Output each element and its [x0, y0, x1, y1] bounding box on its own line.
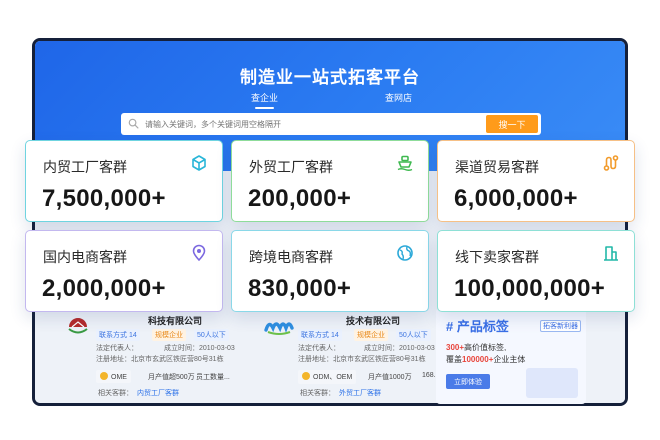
promo-badge: 拓客新利器	[540, 320, 581, 332]
stat-card-title: 渠道贸易客群	[455, 159, 539, 175]
globe-icon	[397, 245, 413, 261]
stat-card-value: 2,000,000+	[42, 275, 166, 302]
stat-card-cross-border-ecommerce[interactable]: 跨境电商客群 830,000+	[231, 230, 429, 312]
coin-icon	[302, 372, 310, 380]
contact-tag[interactable]: 联系方式 14	[298, 329, 342, 341]
company-logo-icon	[68, 318, 88, 334]
try-now-button[interactable]: 立即体验	[446, 374, 490, 389]
company-logo-icon	[264, 322, 294, 335]
stat-card-title: 国内电商客群	[43, 249, 127, 265]
related-label: 相关客群：	[98, 390, 133, 397]
stat-card-title: 外贸工厂客群	[249, 159, 333, 175]
tab-company[interactable]: 查企业	[251, 91, 278, 109]
related-link[interactable]: 外贸工厂客群	[339, 390, 381, 397]
promo-coverage: 100000+	[462, 355, 494, 364]
address: 注册地址：北京市玄武区铁匠营80号31栋	[298, 356, 426, 363]
staff-tag: 50人以下	[194, 329, 229, 341]
stat-card-export-factory[interactable]: 外贸工厂客群 200,000+	[231, 140, 429, 222]
stat-card-value: 6,000,000+	[454, 185, 578, 212]
stat-card-value: 100,000,000+	[454, 275, 606, 302]
address: 注册地址：北京市玄武区铁匠营80号31栋	[96, 356, 224, 363]
stat-card-domestic-ecommerce[interactable]: 国内电商客群 2,000,000+	[25, 230, 223, 312]
related-label: 相关客群：	[300, 390, 335, 397]
stat-card-domestic-factory[interactable]: 内贸工厂客群 7,500,000+	[25, 140, 223, 222]
page-title: 制造业一站式拓客平台	[240, 68, 420, 87]
route-icon	[603, 155, 619, 171]
company-name[interactable]: 科技有限公司	[148, 314, 202, 327]
biz-model: OME	[111, 374, 127, 381]
stat-card-channel-trade[interactable]: 渠道贸易客群 6,000,000+	[437, 140, 635, 222]
biz-model: ODM、OEM	[313, 374, 353, 381]
tab-shop[interactable]: 查网店	[385, 91, 412, 104]
stat-card-value: 200,000+	[248, 185, 352, 212]
staff-tag: 50人以下	[396, 329, 431, 341]
promo-line2: 企业主体	[493, 355, 526, 364]
stat-card-value: 7,500,000+	[42, 185, 166, 212]
search-bar: 搜一下	[121, 113, 541, 135]
stat-card-title: 线下卖家客群	[455, 249, 539, 265]
monthly-output: 月产值1000万	[368, 374, 412, 381]
ship-icon	[397, 155, 413, 171]
product-label-promo: # 产品标签 拓客新利器 300+高价值标签, 覆盖100000+企业主体 立即…	[436, 308, 586, 404]
promo-title: # 产品标签	[446, 319, 509, 334]
stat-card-offline-seller[interactable]: 线下卖家客群 100,000,000+	[437, 230, 635, 312]
promo-count: 300+	[446, 343, 465, 352]
staff-count: 员工数量...	[196, 374, 230, 381]
contact-tag[interactable]: 联系方式 14	[96, 329, 140, 341]
search-icon	[128, 118, 139, 129]
scale-tag: 规模企业	[354, 329, 388, 341]
promo-prefix: 覆盖	[446, 355, 462, 364]
founded-date: 成立时间：2010-03-03	[364, 345, 435, 352]
founded-date: 成立时间：2010-03-03	[164, 345, 235, 352]
stat-card-title: 内贸工厂客群	[43, 159, 127, 175]
related-link[interactable]: 内贸工厂客群	[137, 390, 179, 397]
legal-rep: 法定代表人：	[96, 345, 138, 352]
stat-card-value: 830,000+	[248, 275, 352, 302]
stat-card-title: 跨境电商客群	[249, 249, 333, 265]
company-name[interactable]: 技术有限公司	[346, 314, 400, 327]
cube-icon	[192, 155, 206, 171]
promo-illustration	[526, 368, 578, 398]
stage: 制造业一站式拓客平台 查企业 查网店 搜一下 科技有限公司 联系方式 14 规模…	[0, 0, 660, 440]
search-input[interactable]	[145, 113, 465, 135]
location-pin-icon	[192, 244, 206, 262]
promo-line1: 高价值标签,	[464, 343, 507, 352]
legal-rep: 法定代表人：	[298, 345, 340, 352]
search-button[interactable]: 搜一下	[486, 115, 538, 133]
scale-tag: 规模企业	[152, 329, 186, 341]
coin-icon	[100, 372, 108, 380]
storefront-icon	[604, 246, 618, 261]
monthly-output: 月产值超500万	[148, 374, 195, 381]
